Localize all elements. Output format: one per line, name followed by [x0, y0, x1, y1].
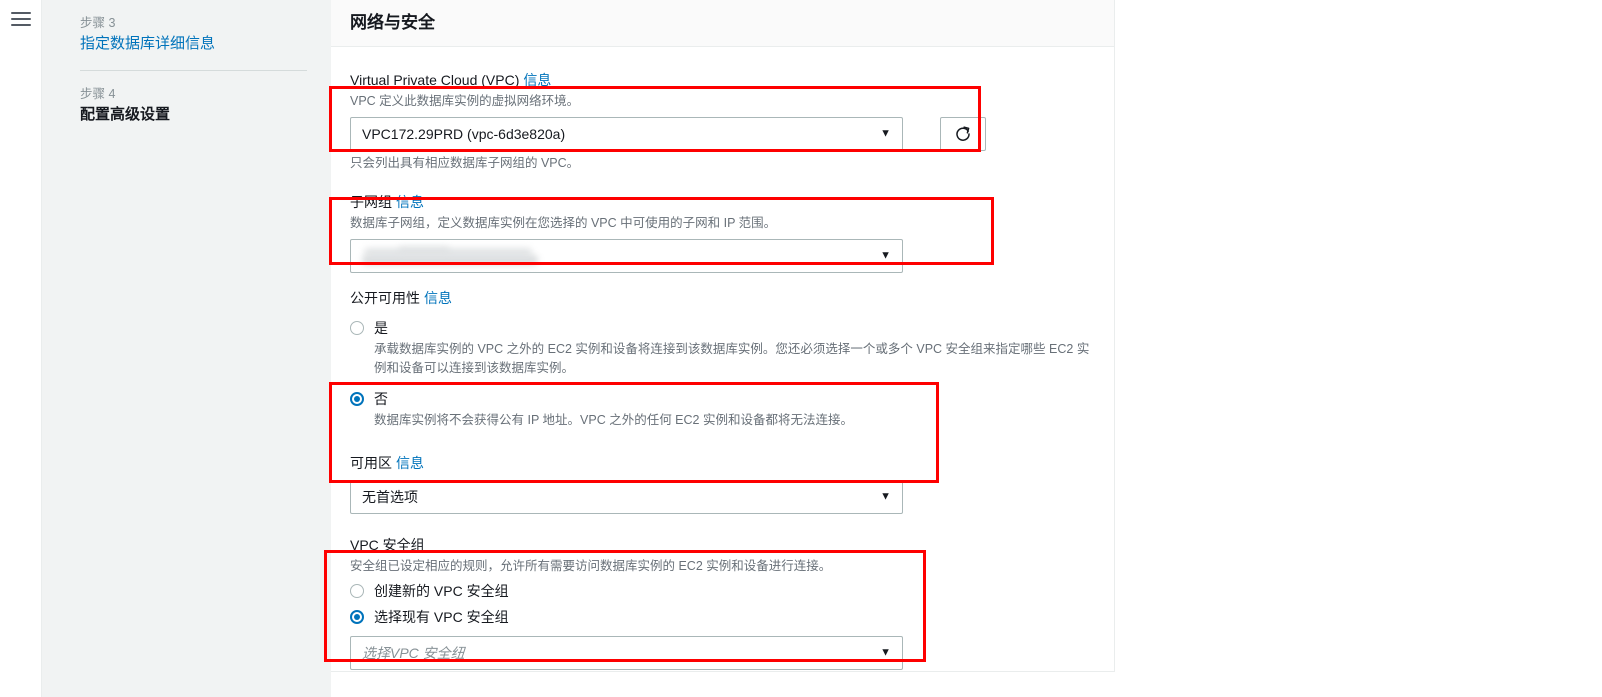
card-body: Virtual Private Cloud (VPC) 信息 VPC 定义此数据库… [331, 47, 1114, 671]
vpc-select[interactable]: VPC172.29PRD (vpc-6d3e820a) ▼ [350, 117, 903, 151]
chevron-down-icon: ▼ [880, 249, 891, 262]
public-accessibility-option-yes[interactable]: 是 承载数据库实例的 VPC 之外的 EC2 实例和设备将连接到该数据库实例。您… [350, 317, 1095, 378]
availability-zone-info-link[interactable]: 信息 [396, 455, 424, 471]
radio-icon[interactable] [350, 392, 364, 406]
chevron-down-icon: ▼ [880, 646, 891, 659]
vpc-security-group-select-placeholder: 选择VPC 安全纽 [362, 645, 465, 661]
chevron-down-icon: ▼ [880, 490, 891, 503]
wizard-step-3[interactable]: 步骤 3 指定数据库详细信息 [80, 14, 307, 55]
redaction-block [362, 255, 538, 265]
vpc-select-value: VPC172.29PRD (vpc-6d3e820a) [362, 126, 566, 142]
hamburger-bar [11, 12, 31, 14]
vpc-security-group-option-create[interactable]: 创建新的 VPC 安全组 [350, 580, 1095, 602]
wizard-step-divider [80, 70, 307, 71]
subnet-group-label: 子网组 信息 [350, 191, 1095, 213]
public-accessibility-info-link[interactable]: 信息 [424, 290, 452, 306]
wizard-step-4-kicker: 步骤 4 [80, 87, 116, 101]
availability-zone-label: 可用区 信息 [350, 452, 1095, 474]
vpc-hint: 只会列出具有相应数据库子网组的 VPC。 [350, 156, 580, 170]
public-accessibility-no-label[interactable]: 否 [374, 388, 853, 410]
vpc-security-group-label: VPC 安全组 [350, 537, 425, 553]
card-header: 网络与安全 [331, 0, 1114, 47]
refresh-icon [956, 126, 970, 141]
vpc-label-text: Virtual Private Cloud (VPC) [350, 72, 520, 88]
vpc-security-group-option-existing[interactable]: 选择现有 VPC 安全组 [350, 606, 1095, 628]
left-rail [0, 0, 42, 697]
availability-zone-select-value: 无首选项 [362, 489, 418, 505]
field-vpc-security-group: VPC 安全组 安全组已设定相应的规则，允许所有需要访问数据库实例的 EC2 实… [350, 534, 1095, 671]
redaction-block [398, 246, 450, 252]
vpc-description: VPC 定义此数据库实例的虚拟网络环境。 [350, 94, 580, 108]
availability-zone-select[interactable]: 无首选项 ▼ [350, 480, 903, 514]
vpc-label: Virtual Private Cloud (VPC) 信息 [350, 69, 1095, 91]
wizard-step-4[interactable]: 步骤 4 配置高级设置 [80, 85, 307, 126]
subnet-group-label-text: 子网组 [350, 194, 392, 210]
field-vpc: Virtual Private Cloud (VPC) 信息 VPC 定义此数据库… [350, 69, 1095, 173]
vpc-refresh-button[interactable] [940, 117, 986, 151]
field-subnet-group: 子网组 信息 数据库子网组，定义数据库实例在您选择的 VPC 中可使用的子网和 I… [350, 191, 1095, 273]
vpc-security-group-existing-label[interactable]: 选择现有 VPC 安全组 [374, 606, 509, 628]
public-accessibility-label-text: 公开可用性 [350, 290, 420, 306]
public-accessibility-option-no[interactable]: 否 数据库实例将不会获得公有 IP 地址。VPC 之外的任何 EC2 实例和设备… [350, 388, 1095, 430]
chevron-down-icon: ▼ [880, 127, 891, 140]
public-accessibility-label: 公开可用性 信息 [350, 287, 1095, 309]
network-and-security-card: 网络与安全 Virtual Private Cloud (VPC) 信息 VPC … [331, 0, 1115, 672]
radio-icon[interactable] [350, 584, 364, 598]
availability-zone-label-text: 可用区 [350, 455, 392, 471]
hamburger-bar [11, 24, 31, 26]
wizard-steps-sidebar: 步骤 3 指定数据库详细信息 步骤 4 配置高级设置 [42, 0, 331, 697]
public-accessibility-no-description: 数据库实例将不会获得公有 IP 地址。VPC 之外的任何 EC2 实例和设备都将… [374, 413, 853, 427]
public-accessibility-yes-description: 承载数据库实例的 VPC 之外的 EC2 实例和设备将连接到该数据库实例。您还必… [374, 342, 1090, 375]
hamburger-bar [11, 18, 31, 20]
radio-icon[interactable] [350, 321, 364, 335]
vpc-info-link[interactable]: 信息 [523, 72, 551, 88]
radio-icon[interactable] [350, 610, 364, 624]
subnet-group-description: 数据库子网组，定义数据库实例在您选择的 VPC 中可使用的子网和 IP 范围。 [350, 216, 777, 230]
field-availability-zone: 可用区 信息 无首选项 ▼ [350, 452, 1095, 514]
wizard-step-3-kicker: 步骤 3 [80, 16, 116, 30]
field-public-accessibility: 公开可用性 信息 是 承载数据库实例的 VPC 之外的 EC2 实例和设备将连接到… [350, 287, 1095, 430]
public-accessibility-yes-label[interactable]: 是 [374, 317, 1095, 339]
vpc-security-group-description: 安全组已设定相应的规则，允许所有需要访问数据库实例的 EC2 实例和设备进行连接… [350, 559, 832, 573]
hamburger-icon[interactable] [11, 12, 31, 28]
wizard-step-4-title: 配置高级设置 [80, 106, 171, 123]
wizard-step-3-title[interactable]: 指定数据库详细信息 [80, 33, 307, 55]
subnet-group-info-link[interactable]: 信息 [396, 194, 424, 210]
vpc-security-group-create-label[interactable]: 创建新的 VPC 安全组 [374, 580, 509, 602]
page-title: 网络与安全 [350, 13, 435, 32]
vpc-security-group-select[interactable]: 选择VPC 安全纽 ▼ [350, 636, 903, 670]
subnet-group-redacted-value [362, 246, 538, 266]
subnet-group-select[interactable]: ▼ [350, 239, 903, 273]
